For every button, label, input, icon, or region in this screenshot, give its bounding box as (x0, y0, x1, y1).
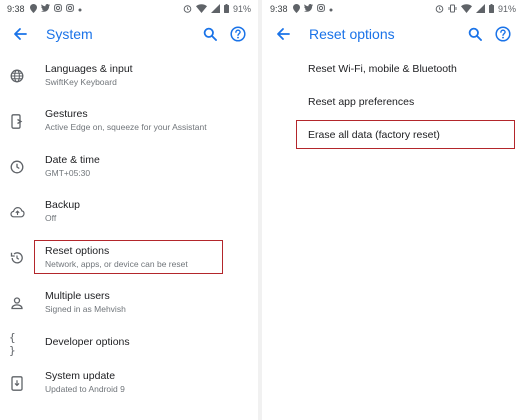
page-title: System (46, 26, 93, 42)
globe-icon (9, 68, 25, 84)
item-title: System update (45, 370, 116, 382)
item-subtitle: Active Edge on, squeeze for your Assista… (45, 122, 207, 132)
reset-options-screen: 9:38 91% Reset options Reset Wi-Fi, mobi… (263, 0, 522, 420)
dot-icon (329, 4, 333, 14)
instagram-icon (53, 4, 62, 14)
status-bar: 9:38 91% (0, 0, 257, 18)
system-settings-screen: 9:38 91% System Languages & input SwiftK… (0, 0, 257, 420)
list-item-developer-options[interactable]: { } Developer options (0, 331, 257, 357)
list-item-multiple-users[interactable]: Multiple users Signed in as Mehvish (0, 290, 257, 320)
item-title: Languages & input (45, 63, 133, 75)
toolbar: System (0, 18, 257, 50)
toolbar: Reset options (263, 18, 522, 50)
panel-divider (258, 0, 262, 420)
search-icon[interactable] (199, 23, 221, 45)
twitter-icon (40, 4, 50, 14)
battery-percent: 91% (232, 4, 251, 14)
status-bar: 9:38 91% (263, 0, 522, 18)
list-item-backup[interactable]: Backup Off (0, 199, 257, 229)
instagram-icon (316, 4, 325, 14)
item-title: Developer options (45, 336, 130, 348)
list-item-languages[interactable]: Languages & input SwiftKey Keyboard (0, 63, 257, 93)
item-title: Backup (45, 199, 81, 211)
page-title: Reset options (309, 26, 395, 42)
location-icon (292, 3, 300, 15)
braces-icon: { } (9, 331, 16, 357)
system-update-icon (9, 375, 25, 391)
reset-icon (9, 250, 25, 266)
back-arrow-icon[interactable] (10, 24, 30, 44)
location-icon (29, 3, 37, 15)
item-title: Gestures (45, 108, 88, 120)
item-subtitle: Signed in as Mehvish (45, 304, 126, 314)
alarm-icon (183, 4, 192, 15)
help-icon[interactable] (227, 23, 249, 45)
battery-icon (223, 3, 229, 15)
help-icon[interactable] (492, 23, 514, 45)
back-arrow-icon[interactable] (273, 24, 293, 44)
backup-icon (9, 204, 25, 220)
dot-icon (78, 4, 82, 14)
instagram-icon (65, 4, 74, 14)
item-subtitle: Off (45, 213, 57, 223)
item-title: Multiple users (45, 290, 110, 302)
wifi-icon (460, 3, 472, 15)
clock-icon (9, 159, 25, 175)
item-subtitle: SwiftKey Keyboard (45, 77, 117, 87)
gestures-icon (9, 113, 25, 129)
reset-app-preferences-item[interactable]: Reset app preferences (308, 96, 414, 108)
highlight-box (296, 120, 515, 149)
item-subtitle: Updated to Android 9 (45, 384, 125, 394)
item-title: Date & time (45, 154, 100, 166)
person-icon (9, 295, 25, 311)
twitter-icon (303, 4, 313, 14)
highlight-box (34, 240, 223, 274)
reset-wifi-item[interactable]: Reset Wi-Fi, mobile & Bluetooth (308, 63, 457, 75)
search-icon[interactable] (464, 23, 486, 45)
status-time: 9:38 (7, 4, 25, 14)
alarm-icon (435, 4, 444, 15)
list-item-gestures[interactable]: Gestures Active Edge on, squeeze for you… (0, 108, 257, 138)
list-item-system-update[interactable]: System update Updated to Android 9 (0, 370, 257, 400)
status-time: 9:38 (270, 4, 288, 14)
signal-icon (210, 3, 220, 15)
list-item-date-time[interactable]: Date & time GMT+05:30 (0, 154, 257, 184)
item-subtitle: GMT+05:30 (45, 168, 91, 178)
battery-icon (488, 3, 494, 15)
signal-icon (475, 3, 485, 15)
battery-percent: 91% (497, 4, 516, 14)
wifi-icon (195, 3, 207, 15)
vibrate-icon (448, 4, 457, 15)
